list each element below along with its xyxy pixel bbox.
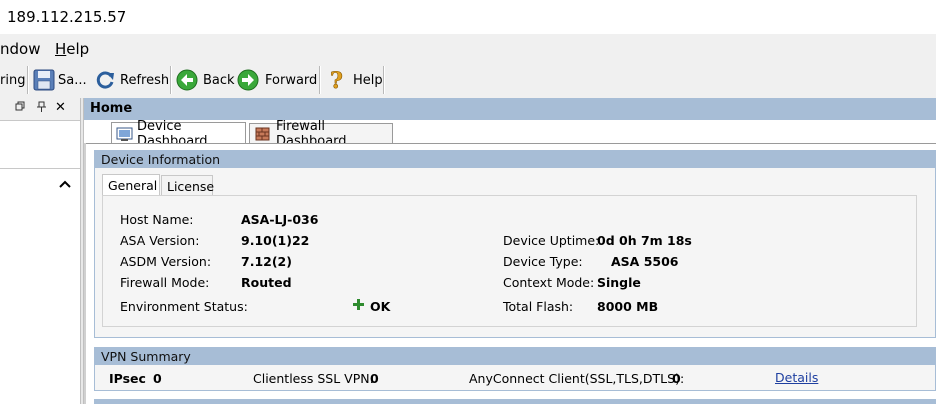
device-information-panel: Device Information General License Host … [94, 150, 936, 338]
device-type-label: Device Type: [503, 254, 583, 269]
environment-status-label: Environment Status: [120, 299, 248, 314]
menu-help[interactable]: Help [55, 40, 89, 58]
device-uptime-label: Device Uptime: [503, 233, 600, 248]
tab-license-label: License [167, 178, 215, 194]
back-arrow-icon [176, 69, 198, 91]
asa-version-value: 9.10(1)22 [241, 233, 310, 248]
tab-firewall-dashboard[interactable]: Firewall Dashboard [249, 119, 393, 149]
anyconnect-label: AnyConnect Client(SSL,TLS,DTLS): [469, 371, 685, 386]
refresh-button[interactable]: Refresh [94, 67, 169, 93]
svg-text:?: ? [330, 68, 343, 92]
home-header: Home [84, 98, 936, 120]
back-button[interactable]: Back [176, 67, 235, 93]
restore-icon[interactable] [15, 101, 26, 115]
save-icon [33, 69, 55, 91]
device-type-value: ASA 5506 [611, 254, 679, 269]
navigation-pane-header: ✕ [0, 98, 80, 121]
monitoring-button[interactable]: ring [0, 67, 25, 93]
forward-button[interactable]: Forward [237, 67, 317, 93]
context-mode-label: Context Mode: [503, 275, 595, 290]
environment-status-value: OK [370, 299, 391, 314]
chevron-up-icon [59, 177, 71, 191]
firewall-mode-label: Firewall Mode: [120, 275, 210, 290]
help-label: Help [353, 72, 383, 88]
anyconnect-value: 0 [672, 371, 681, 386]
host-name-label: Host Name: [120, 212, 194, 227]
asa-version-label: ASA Version: [120, 233, 200, 248]
forward-arrow-icon [237, 69, 259, 91]
vpn-details-link[interactable]: Details [775, 370, 818, 385]
general-tab-body: Host Name: ASA-LJ-036 ASA Version: 9.10(… [102, 195, 917, 327]
tab-license[interactable]: License [161, 175, 215, 196]
refresh-label: Refresh [120, 72, 170, 88]
window-title: 189.112.215.57 [7, 8, 127, 26]
firewall-mode-value: Routed [241, 275, 292, 290]
dashboard-tabs: Device Dashboard Firewall Dashboard [84, 119, 936, 149]
home-title: Home [90, 101, 133, 116]
save-label: Sa... [58, 72, 87, 88]
help-button[interactable]: ? Help [326, 67, 383, 95]
save-button[interactable]: Sa... [33, 67, 87, 93]
clientless-ssl-label: Clientless SSL VPN: [253, 371, 374, 386]
total-flash-label: Total Flash: [503, 299, 574, 314]
total-flash-value: 8000 MB [597, 299, 659, 314]
pin-icon[interactable] [36, 101, 47, 116]
scroll-up-button[interactable] [53, 172, 77, 196]
context-mode-value: Single [597, 275, 641, 290]
menu-window[interactable]: ndow [0, 40, 40, 58]
toolbar: ring Sa... Refresh Back Forward ? Help [0, 62, 936, 98]
monitoring-label: ring [0, 72, 26, 88]
asdm-version-label: ASDM Version: [120, 254, 212, 269]
asdm-version-value: 7.12(2) [241, 254, 292, 269]
tab-device-dashboard[interactable]: Device Dashboard [111, 119, 246, 149]
firewall-icon [254, 126, 272, 142]
refresh-icon [94, 69, 116, 91]
tab-general[interactable]: General [102, 174, 160, 196]
forward-label: Forward [265, 72, 318, 88]
next-panel-header [94, 399, 936, 404]
vpn-summary-panel: VPN Summary IPsec 0 Clientless SSL VPN: … [94, 347, 936, 391]
device-information-title: Device Information [95, 151, 935, 168]
status-ok-icon [353, 299, 364, 313]
dashboard-icon [116, 126, 134, 142]
navigation-list [0, 168, 80, 405]
close-icon[interactable]: ✕ [55, 100, 66, 115]
host-name-value: ASA-LJ-036 [241, 212, 319, 227]
title-bar: 189.112.215.57 [0, 0, 936, 34]
tab-general-label: General [108, 178, 158, 193]
ipsec-value: 0 [153, 371, 162, 386]
ipsec-label: IPsec [109, 371, 146, 386]
vpn-summary-title: VPN Summary [95, 348, 935, 365]
back-label: Back [203, 72, 235, 88]
device-uptime-value: 0d 0h 7m 18s [597, 233, 692, 248]
help-icon: ? [326, 68, 348, 95]
menu-help-rest: elp [66, 40, 90, 58]
clientless-ssl-value: 0 [370, 371, 379, 386]
menu-bar: ndow Help [0, 34, 936, 62]
